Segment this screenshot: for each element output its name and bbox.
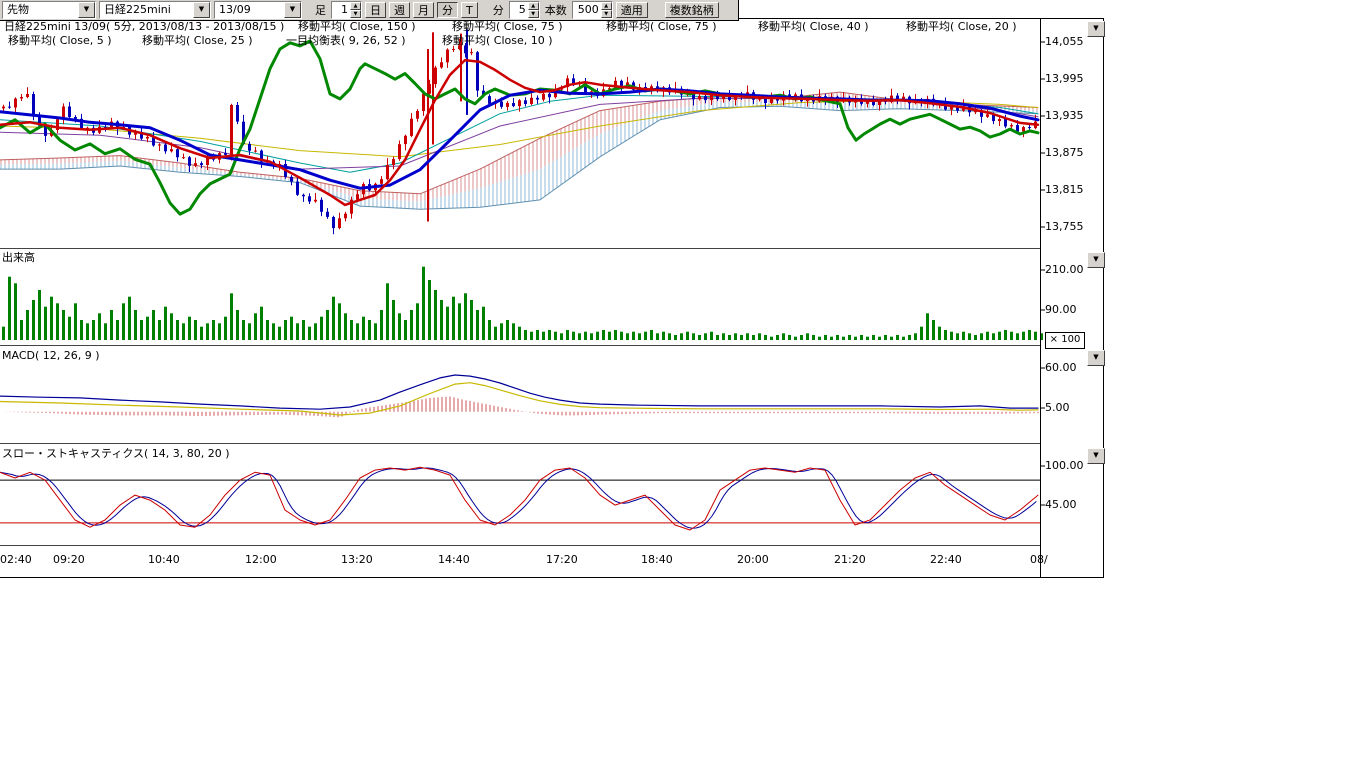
stoch-panel-dropdown-button[interactable]: ▼ (1087, 448, 1105, 464)
spin-down-icon[interactable]: ▼ (528, 10, 539, 18)
bars-count-value: 500 (573, 2, 601, 18)
interval-value: 1 (332, 2, 350, 18)
chevron-down-icon[interactable]: ▼ (78, 2, 95, 18)
period-button-month[interactable]: 月 (413, 2, 434, 18)
app-window: 先物 ▼ 日経225mini ▼ 13/09 ▼ 足 1 ▲▼ 日 週 月 分 … (0, 0, 1366, 768)
bars-spinner[interactable]: 500 ▲▼ (572, 1, 613, 19)
contract-month-select[interactable]: 13/09 ▼ (214, 1, 302, 19)
chevron-down-icon[interactable]: ▼ (284, 2, 301, 18)
period-button-week[interactable]: 週 (389, 2, 410, 18)
stoch-panel-label: スロー・ストキャスティクス( 14, 3, 80, 20 ) (2, 448, 230, 460)
period-button-day[interactable]: 日 (365, 2, 386, 18)
minute-spinner[interactable]: 5 ▲▼ (509, 1, 540, 19)
multi-symbol-button[interactable]: 複数銘柄 (665, 2, 719, 18)
volume-multiplier-badge: × 100 (1045, 332, 1085, 349)
symbol-value: 日経225mini (100, 2, 193, 18)
spin-down-icon[interactable]: ▼ (350, 10, 361, 18)
chart-canvas (0, 0, 1366, 580)
macd-panel-label: MACD( 12, 26, 9 ) (2, 350, 100, 362)
volume-bars (2, 267, 1043, 340)
minute-value: 5 (510, 2, 528, 18)
instrument-value: 先物 (3, 2, 78, 18)
spinner-buttons: ▲▼ (528, 2, 539, 18)
stochastics (0, 467, 1040, 530)
macd-panel-dropdown-button[interactable]: ▼ (1087, 350, 1105, 366)
bar-label: 足 (313, 2, 328, 18)
chevron-down-icon[interactable]: ▼ (193, 2, 210, 18)
spin-up-icon[interactable]: ▲ (350, 2, 361, 10)
spin-down-icon[interactable]: ▼ (601, 10, 612, 18)
spin-up-icon[interactable]: ▲ (528, 2, 539, 10)
macd-lines (0, 375, 1038, 415)
apply-button[interactable]: 適用 (616, 2, 648, 18)
minute-label: 分 (491, 2, 506, 18)
spin-up-icon[interactable]: ▲ (601, 2, 612, 10)
contract-month-value: 13/09 (215, 2, 284, 18)
spinner-buttons: ▲▼ (350, 2, 361, 18)
interval-spinner[interactable]: 1 ▲▼ (331, 1, 362, 19)
symbol-select[interactable]: 日経225mini ▼ (99, 1, 211, 19)
volume-panel-dropdown-button[interactable]: ▼ (1087, 252, 1105, 268)
instrument-select[interactable]: 先物 ▼ (2, 1, 96, 19)
price-panel-dropdown-button[interactable]: ▼ (1087, 21, 1105, 37)
period-button-tick[interactable]: T (461, 2, 478, 18)
toolbar: 先物 ▼ 日経225mini ▼ 13/09 ▼ 足 1 ▲▼ 日 週 月 分 … (0, 0, 739, 21)
spinner-buttons: ▲▼ (601, 2, 612, 18)
period-button-minute[interactable]: 分 (437, 2, 458, 18)
bars-count-label: 本数 (543, 2, 569, 18)
volume-panel-label: 出来高 (2, 252, 35, 264)
